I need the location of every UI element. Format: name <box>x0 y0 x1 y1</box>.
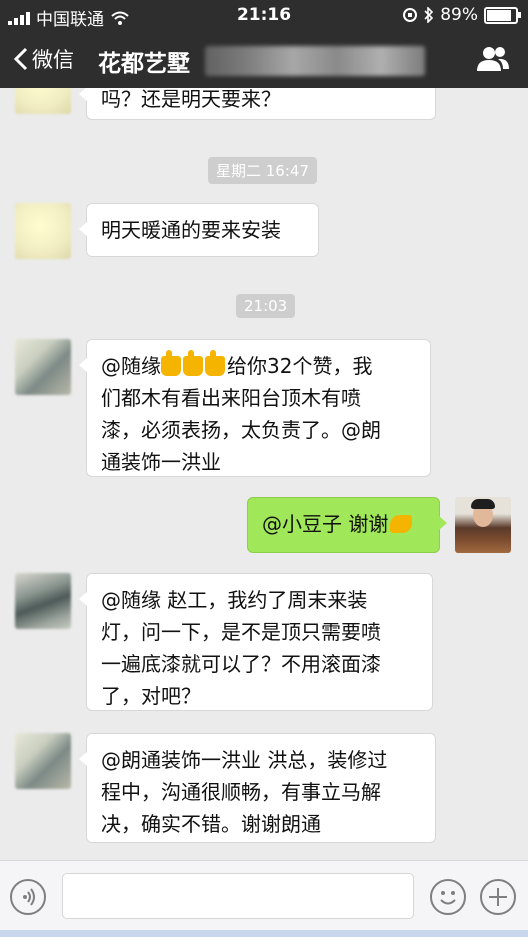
message-text: @小豆子 谢谢 <box>262 512 389 536</box>
timestamp: 星期二 16:47 <box>208 157 317 184</box>
rotation-lock-icon <box>403 8 418 22</box>
message-bubble[interactable]: @朗通装饰一洪业 洪总，装修过 程中，沟通很顺畅，有事立马解 决，确实不错。谢谢… <box>79 733 436 843</box>
avatar[interactable] <box>15 88 71 114</box>
thumbs-up-icon <box>183 350 203 376</box>
chat-info-button[interactable] <box>476 46 510 76</box>
title-redaction <box>205 46 425 76</box>
bottom-strip <box>0 930 528 937</box>
voice-icon <box>23 888 35 906</box>
back-button[interactable]: 微信 <box>14 44 74 74</box>
chat-area[interactable]: 吗？还是明天要来？ 星期二 16:47 明天暖通的要来安装 21:03 @随缘给… <box>0 88 528 860</box>
my-message-bubble[interactable]: @小豆子 谢谢 <box>247 497 447 553</box>
avatar[interactable] <box>15 573 71 629</box>
voice-button[interactable] <box>10 879 46 915</box>
ok-hand-icon <box>390 515 413 533</box>
status-bar: 中国联通 21:16 89% <box>0 0 528 32</box>
message-bubble[interactable]: 吗？还是明天要来？ <box>79 88 436 120</box>
chevron-left-icon <box>14 47 28 71</box>
avatar[interactable] <box>15 339 71 395</box>
back-label: 微信 <box>32 48 74 72</box>
avatar[interactable] <box>15 733 71 789</box>
emoji-icon <box>440 891 456 905</box>
status-right: 89% <box>402 5 521 25</box>
people-icon <box>477 47 509 71</box>
plus-icon <box>489 888 507 906</box>
mention-text: @随缘 <box>101 354 161 378</box>
chat-title: 花都艺墅 <box>98 51 190 77</box>
nav-bar: 微信 花都艺墅 <box>0 32 528 88</box>
avatar[interactable] <box>15 203 71 259</box>
input-bar <box>0 860 528 931</box>
message-bubble[interactable]: 明天暖通的要来安装 <box>79 203 319 257</box>
bluetooth-icon <box>424 7 434 23</box>
timestamp: 21:03 <box>236 294 296 318</box>
battery-icon <box>484 6 521 24</box>
hair-shape <box>471 499 495 509</box>
message-bubble[interactable]: @随缘 赵工，我约了周末来装 灯，问一下，是不是顶只需要喷 一遍底漆就可以了？不… <box>79 573 433 711</box>
thumbs-up-icon <box>205 350 225 376</box>
plus-button[interactable] <box>480 879 516 915</box>
message-bubble[interactable]: @随缘 给你32个赞，我 们都木有看出来阳台顶木有喷 漆，必须表扬，太负责了。@朗… <box>79 339 431 477</box>
my-avatar[interactable] <box>455 497 511 553</box>
emoji-button[interactable] <box>430 879 466 915</box>
thumbs-up-icon <box>161 350 181 376</box>
battery-percent: 89% <box>440 5 478 25</box>
message-input[interactable] <box>62 873 414 919</box>
